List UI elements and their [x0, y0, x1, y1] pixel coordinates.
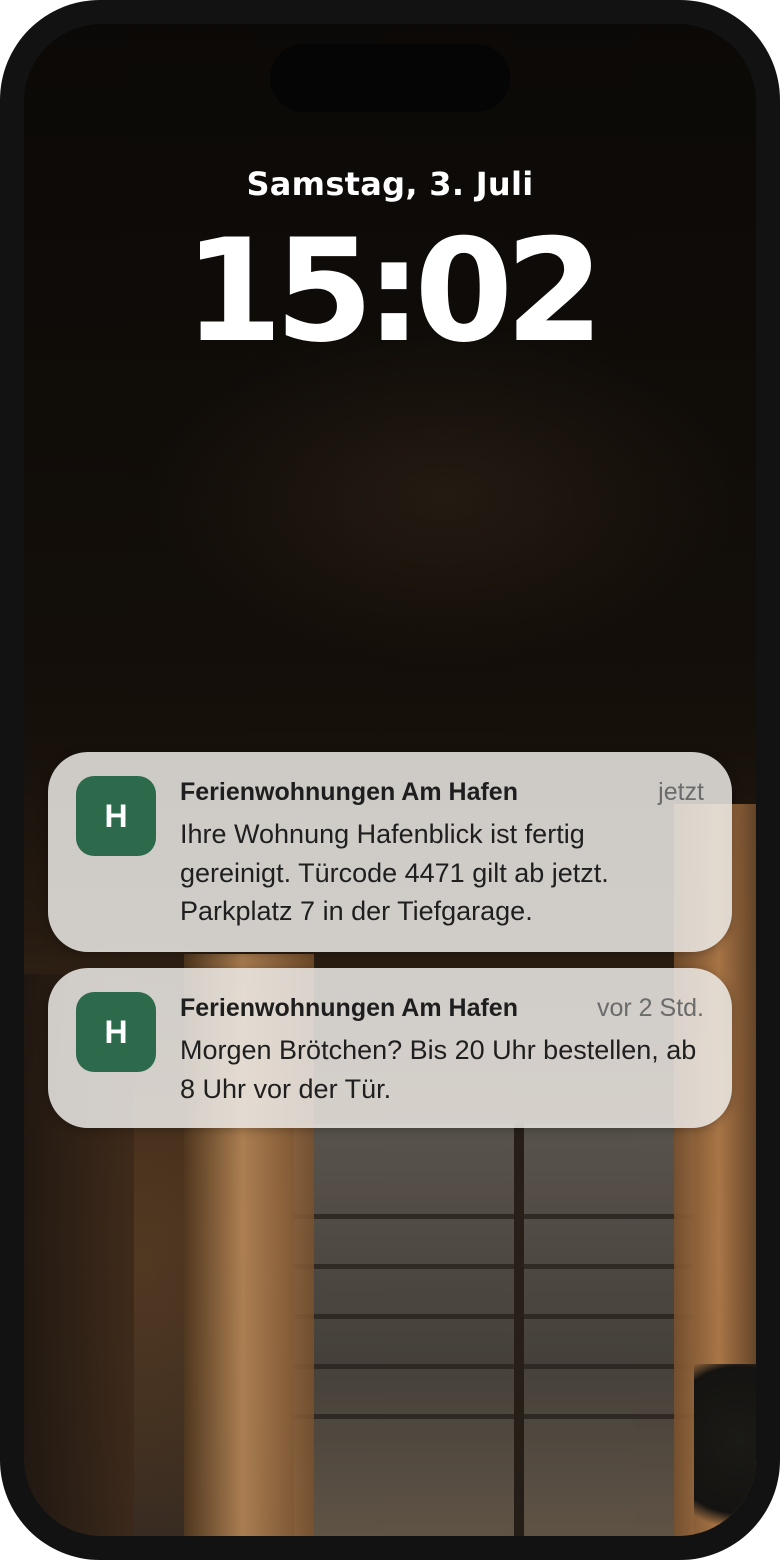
- phone-frame: Samstag, 3. Juli 15:02 H Ferienwohnungen…: [0, 0, 780, 1560]
- lockscreen-clock: 15:02: [183, 209, 604, 374]
- notification-card[interactable]: H Ferienwohnungen Am Hafen vor 2 Std. Mo…: [48, 968, 732, 1128]
- notification-message: Morgen Brötchen? Bis 20 Uhr bestellen, a…: [180, 1035, 697, 1104]
- wallpaper-plant: [694, 1364, 756, 1536]
- app-icon: H: [76, 992, 156, 1072]
- wallpaper-railing: [294, 1414, 694, 1419]
- notification-app-name: Ferienwohnungen Am Hafen: [180, 994, 518, 1022]
- lockscreen-date: Samstag, 3. Juli: [246, 165, 534, 203]
- wallpaper-railing: [294, 1364, 694, 1369]
- app-icon: H: [76, 776, 156, 856]
- notification-message: Ihre Wohnung Hafenblick ist fertig gerei…: [180, 819, 609, 926]
- wallpaper-railing: [294, 1264, 694, 1269]
- wallpaper-window: [294, 1124, 694, 1536]
- lock-screen: Samstag, 3. Juli 15:02 H Ferienwohnungen…: [24, 24, 756, 1536]
- notification-card[interactable]: H Ferienwohnungen Am Hafen jetzt Ihre Wo…: [48, 752, 732, 952]
- notification-time: vor 2 Std.: [597, 994, 704, 1022]
- wallpaper-window-frame: [514, 1124, 524, 1536]
- wallpaper-railing: [294, 1214, 694, 1219]
- dynamic-island: [270, 44, 510, 112]
- wallpaper-railing: [294, 1314, 694, 1319]
- notification-app-name: Ferienwohnungen Am Hafen: [180, 778, 518, 806]
- notification-time: jetzt: [658, 778, 704, 806]
